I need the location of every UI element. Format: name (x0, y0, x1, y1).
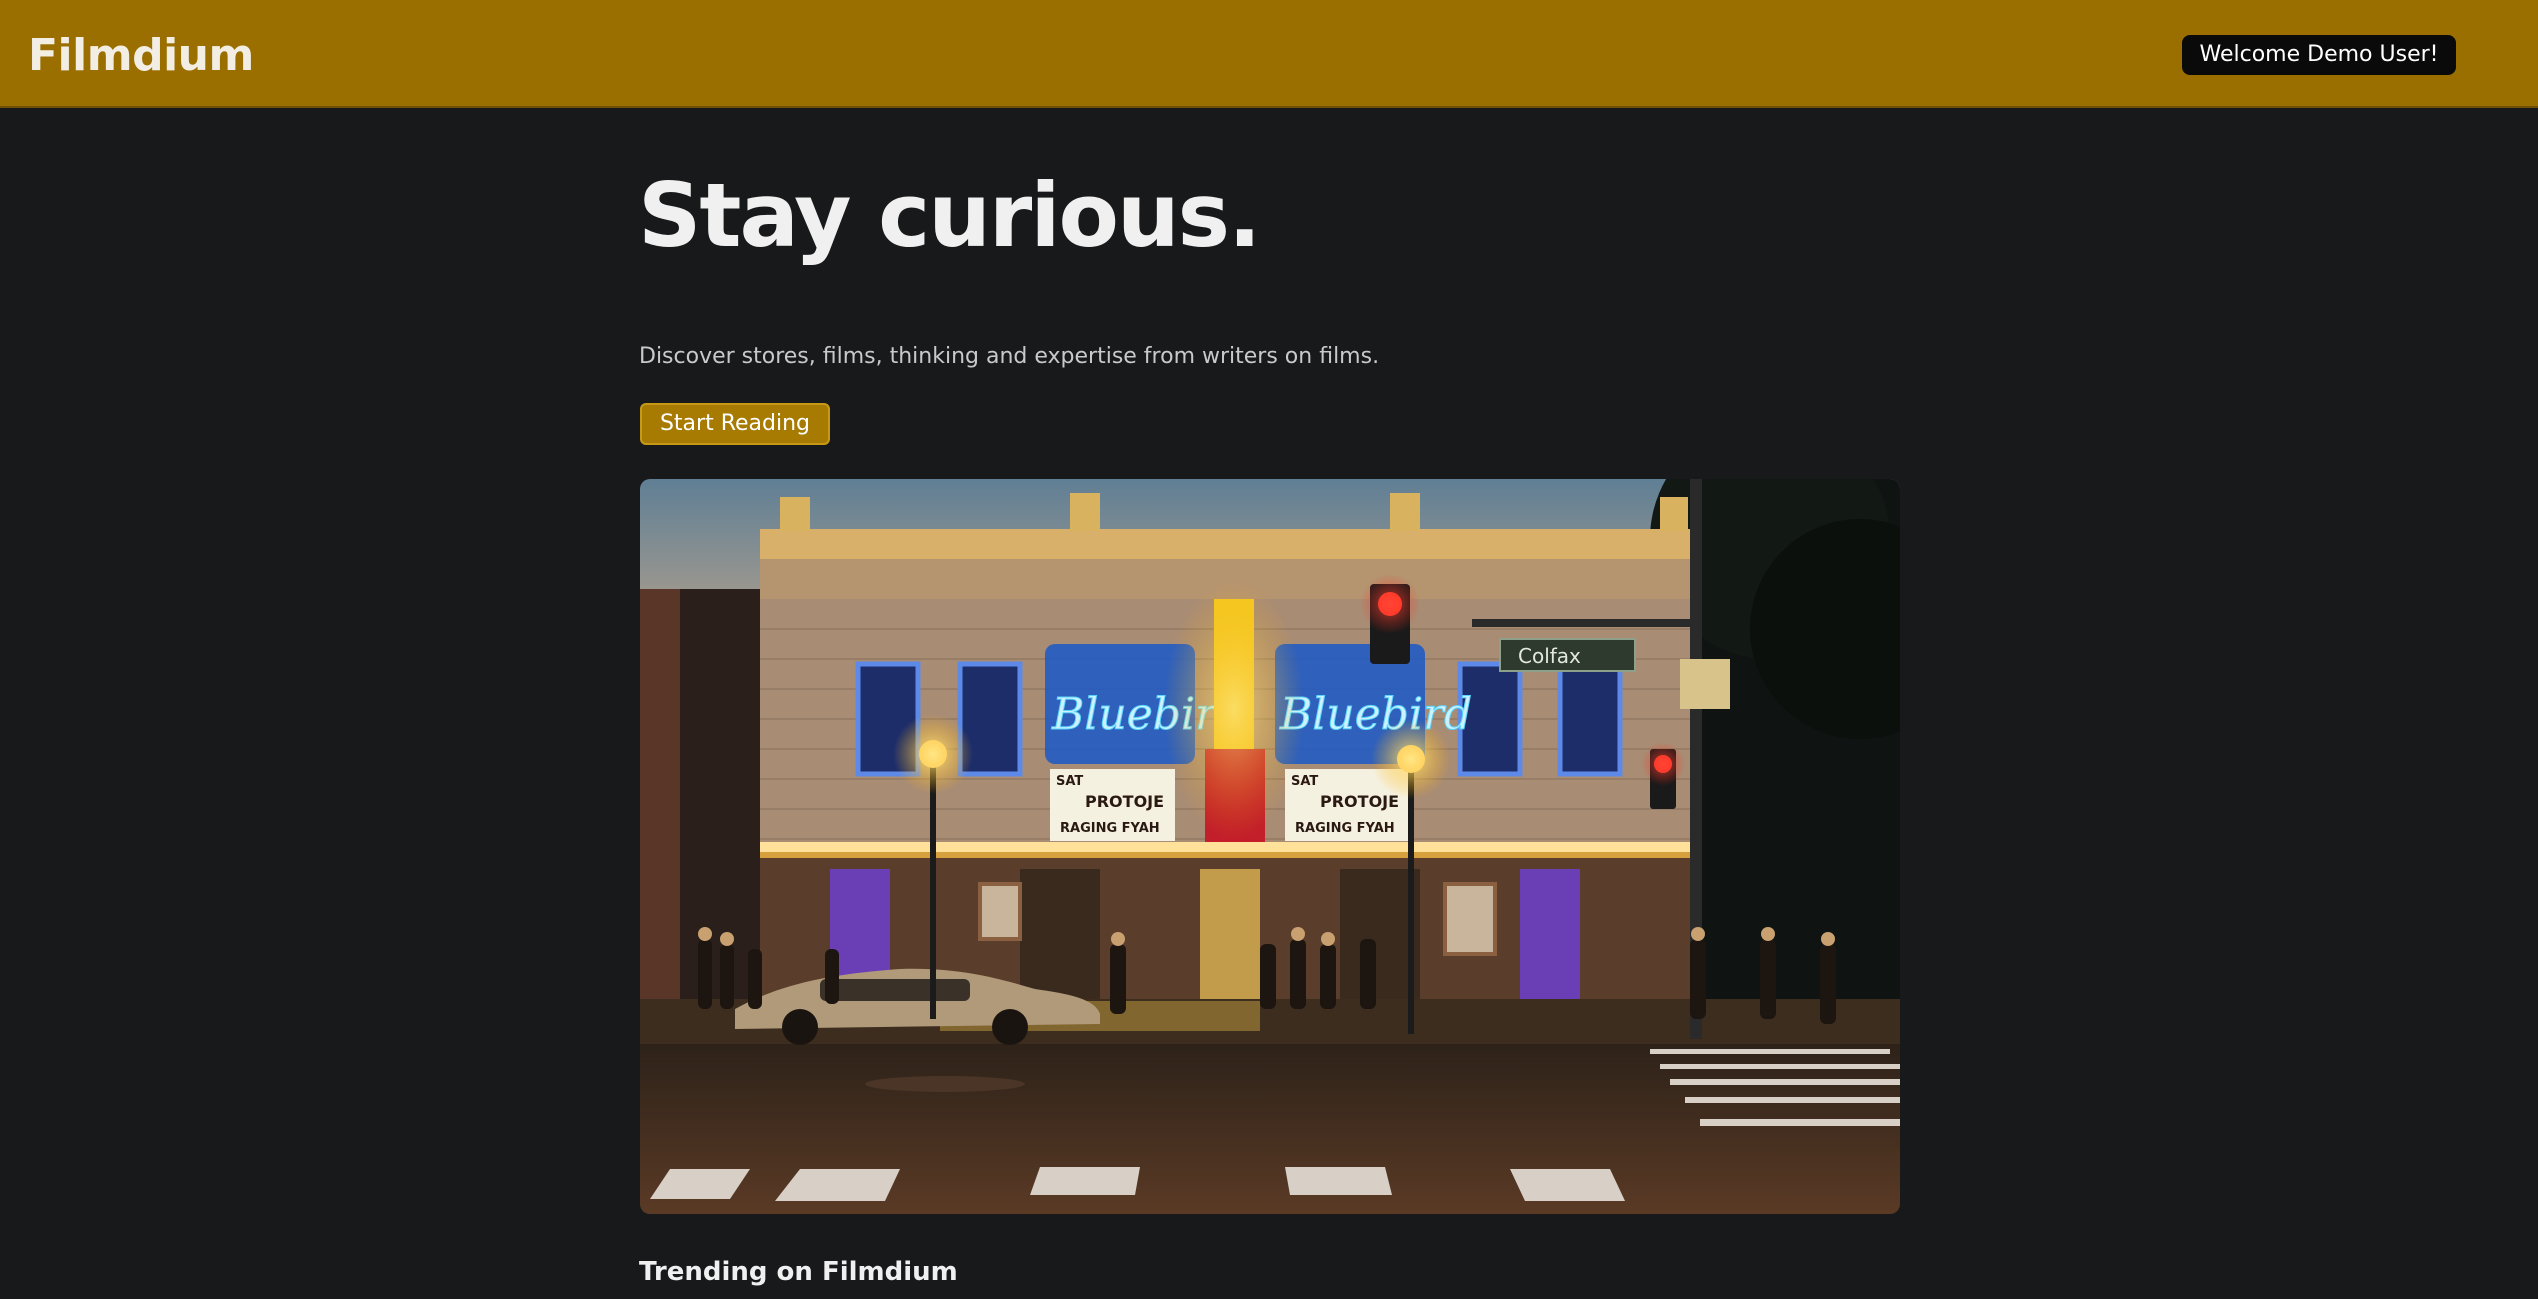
marquee-right-line-3: RAGING FYAH (1295, 821, 1395, 836)
marquee-left-line-3: RAGING FYAH (1060, 821, 1160, 836)
marquee-sign-right: Bluebird (1279, 689, 1472, 740)
marquee-right-line-2: PROTOJE (1320, 792, 1399, 811)
street-sign: Colfax (1518, 644, 1581, 668)
marquee-right-line-1: SAT (1291, 774, 1318, 789)
start-reading-button[interactable]: Start Reading (640, 403, 830, 445)
marquee-left-line-1: SAT (1056, 774, 1083, 789)
top-navbar: Filmdium Welcome Demo User! (0, 0, 2538, 108)
marquee-left-line-2: PROTOJE (1085, 792, 1164, 811)
hero-image: Bluebird Bluebird SAT PROTOJE RAGING FYA… (640, 479, 1900, 1214)
hero-tagline: Discover stores, films, thinking and exp… (639, 344, 1380, 369)
welcome-user-button[interactable]: Welcome Demo User! (2182, 35, 2456, 75)
hero-title: Stay curious. (638, 164, 1261, 267)
trending-section-title: Trending on Filmdium (639, 1257, 958, 1287)
brand-logo[interactable]: Filmdium (28, 28, 254, 84)
